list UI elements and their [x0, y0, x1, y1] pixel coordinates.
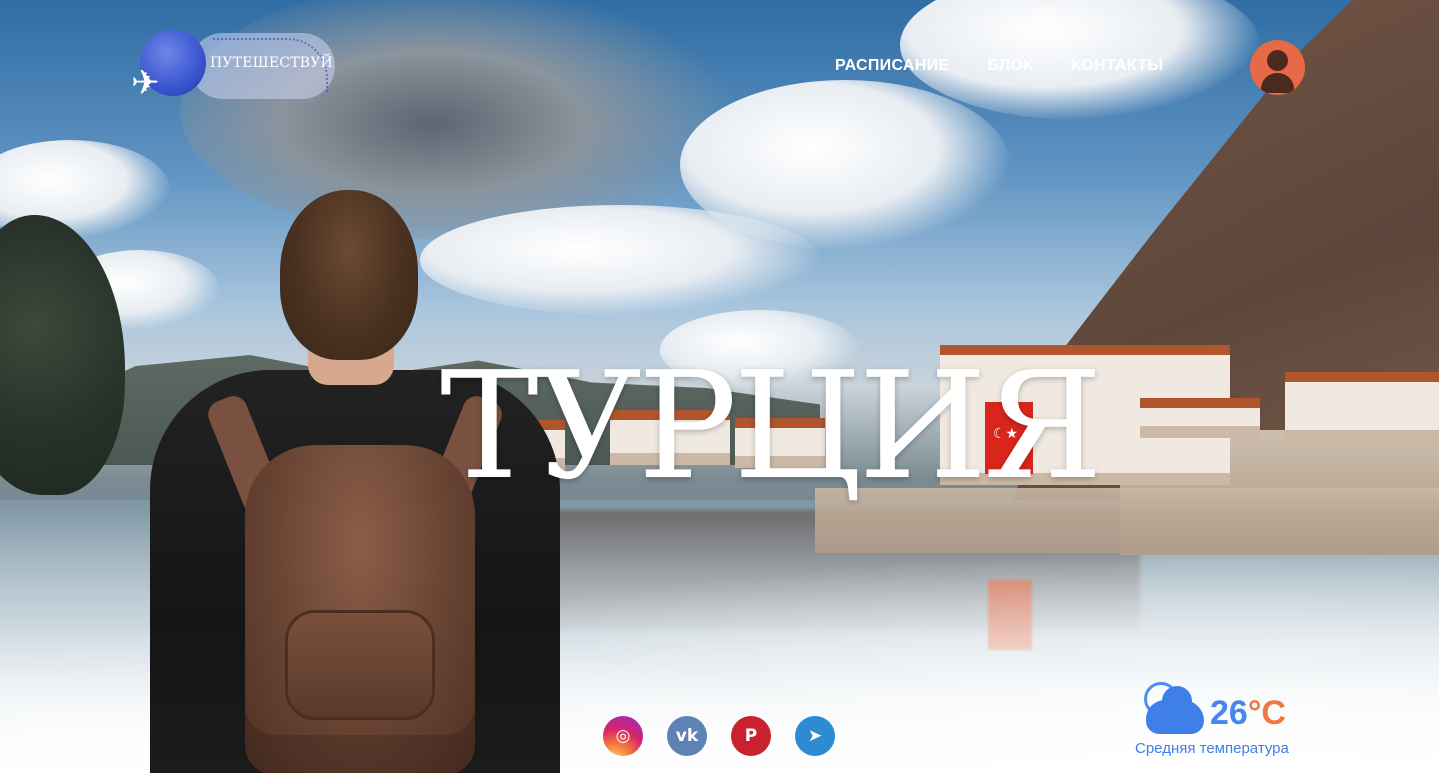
site-logo[interactable]: ✈ ПУТЕШЕСТВУЙ — [131, 30, 335, 102]
nav-item-blog[interactable]: БЛОК — [987, 57, 1033, 75]
temperature-value: 26°C — [1210, 694, 1286, 733]
user-icon — [1267, 50, 1288, 71]
temperature-label: Средняя температура — [1135, 740, 1289, 757]
airplane-icon: ✈ — [131, 63, 160, 103]
partly-cloudy-icon — [1146, 686, 1204, 734]
backpack-pocket — [285, 610, 435, 720]
hero-title: ТУРЦИЯ — [440, 340, 1103, 512]
pinterest-icon[interactable]: P — [731, 716, 771, 756]
house — [1285, 372, 1439, 442]
main-nav: РАСПИСАНИЕ БЛОК КОНТАКТЫ — [835, 57, 1163, 75]
nav-item-contacts[interactable]: КОНТАКТЫ — [1071, 57, 1163, 75]
traveler-head — [280, 190, 418, 360]
house — [1140, 398, 1260, 438]
social-links: ◎ vk P ➤ — [603, 716, 835, 756]
logo-text: ПУТЕШЕСТВУЙ — [210, 55, 333, 71]
cloud — [680, 80, 1010, 250]
user-icon-body — [1261, 73, 1294, 93]
weather-widget: 26°C Средняя температура — [1128, 672, 1328, 762]
temperature-unit: °C — [1247, 694, 1286, 732]
nav-item-schedule[interactable]: РАСПИСАНИЕ — [835, 57, 949, 75]
temperature-number: 26 — [1210, 694, 1248, 732]
instagram-icon[interactable]: ◎ — [603, 716, 643, 756]
user-account-button[interactable] — [1250, 40, 1305, 95]
hero-section: ✈ ПУТЕШЕСТВУЙ РАСПИСАНИЕ БЛОК КОНТАКТЫ Т… — [0, 0, 1439, 773]
vk-icon[interactable]: vk — [667, 716, 707, 756]
telegram-icon[interactable]: ➤ — [795, 716, 835, 756]
